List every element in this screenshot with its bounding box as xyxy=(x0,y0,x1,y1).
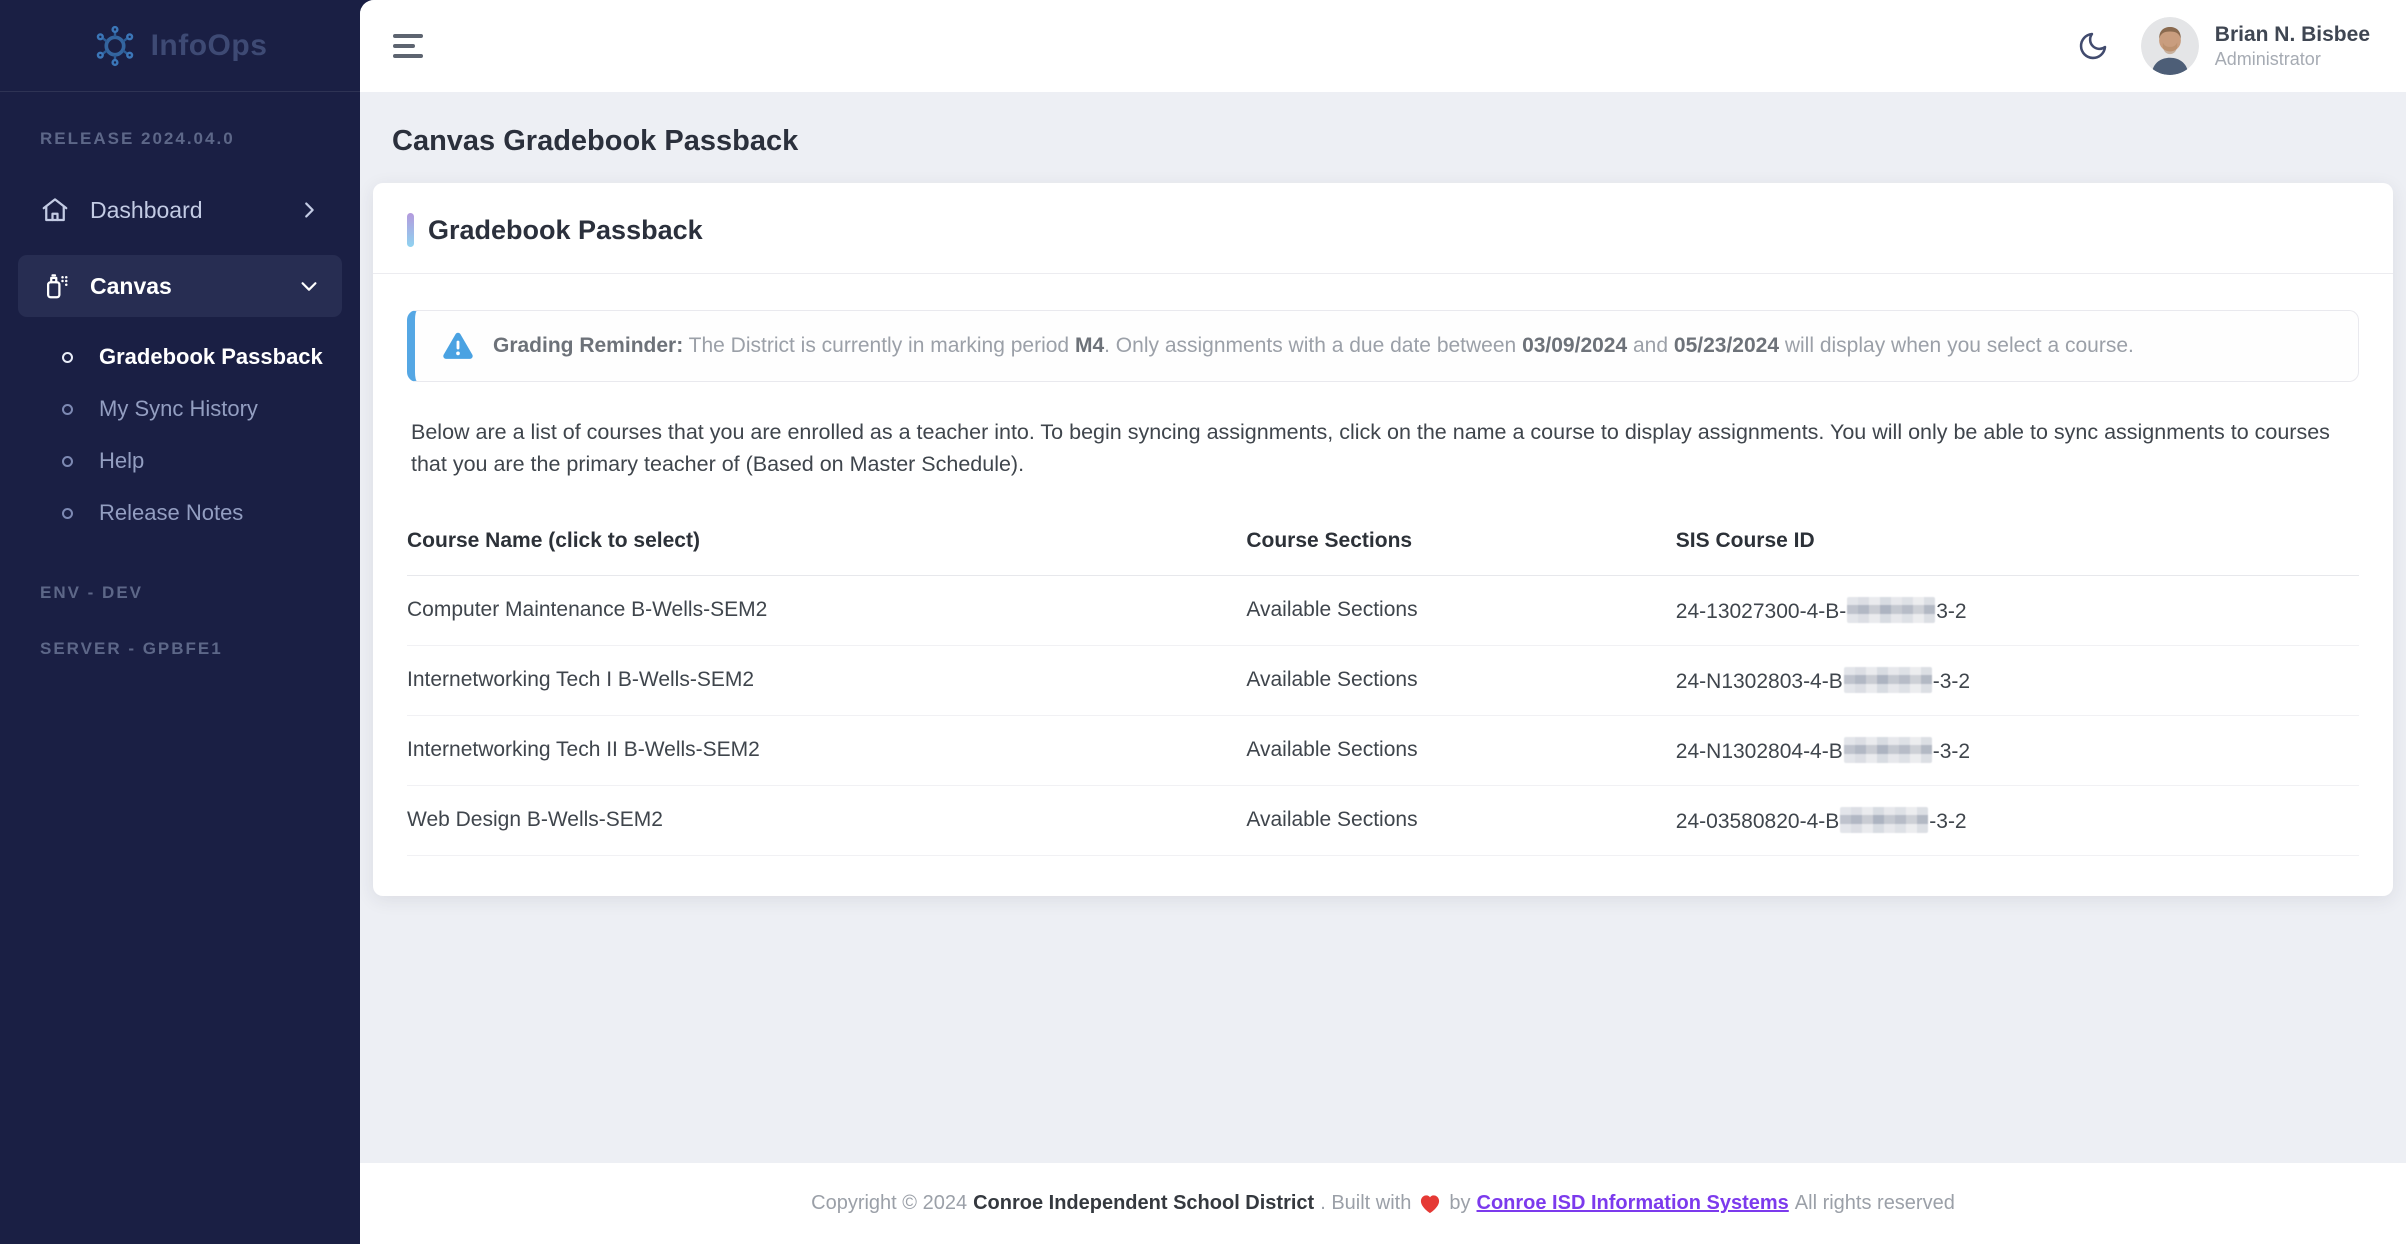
heart-icon xyxy=(1419,1194,1441,1214)
table-header-row: Course Name (click to select) Course Sec… xyxy=(407,513,2359,576)
avatar xyxy=(2141,17,2199,75)
sidebar-item-label: Dashboard xyxy=(90,197,278,224)
column-header-sis-course-id: SIS Course ID xyxy=(1676,513,2359,576)
card-body: Grading Reminder: The District is curren… xyxy=(373,274,2393,896)
copyright-text: Copyright © 2024 xyxy=(811,1192,967,1215)
sidebar-item-gradebook-passback[interactable]: Gradebook Passback xyxy=(0,331,360,383)
canvas-submenu: Gradebook Passback My Sync History Help … xyxy=(0,331,360,539)
course-sections-cell: Available Sections xyxy=(1246,575,1675,645)
course-sections-cell: Available Sections xyxy=(1246,715,1675,785)
user-role: Administrator xyxy=(2215,48,2370,71)
submenu-item-label: Release Notes xyxy=(99,500,243,526)
submenu-item-label: My Sync History xyxy=(99,396,258,422)
sidebar: InfoOps RELEASE 2024.04.0 Dashboard xyxy=(0,0,360,1244)
user-menu[interactable]: Brian N. Bisbee Administrator xyxy=(2141,17,2370,75)
card-header: Gradebook Passback xyxy=(373,183,2393,274)
sis-course-id-cell: 24-13027300-4-B-3-2 xyxy=(1676,575,2359,645)
chevron-down-icon xyxy=(298,275,320,297)
table-row: Internetworking Tech II B-Wells-SEM2 Ava… xyxy=(407,715,2359,785)
sis-course-id-cell: 24-N1302804-4-B-3-2 xyxy=(1676,715,2359,785)
information-systems-link[interactable]: Conroe ISD Information Systems xyxy=(1477,1192,1789,1215)
sidebar-nav: Dashboard Canvas Gradebook Passback xyxy=(0,179,360,659)
user-name: Brian N. Bisbee xyxy=(2215,22,2370,48)
sidebar-item-help[interactable]: Help xyxy=(0,435,360,487)
grading-reminder-alert: Grading Reminder: The District is curren… xyxy=(407,310,2359,382)
course-sections-cell: Available Sections xyxy=(1246,645,1675,715)
home-icon xyxy=(40,195,70,225)
sidebar-item-canvas[interactable]: Canvas xyxy=(18,255,342,317)
page-title: Canvas Gradebook Passback xyxy=(392,125,2393,158)
main-pane: Brian N. Bisbee Administrator Canvas Gra… xyxy=(360,0,2406,1244)
course-name-link[interactable]: Computer Maintenance B-Wells-SEM2 xyxy=(407,575,1246,645)
sidebar-item-my-sync-history[interactable]: My Sync History xyxy=(0,383,360,435)
submenu-item-label: Gradebook Passback xyxy=(99,344,323,370)
bullet-icon xyxy=(62,404,73,415)
infoops-molecule-icon xyxy=(93,24,137,68)
table-row: Internetworking Tech I B-Wells-SEM2 Avai… xyxy=(407,645,2359,715)
course-name-link[interactable]: Internetworking Tech II B-Wells-SEM2 xyxy=(407,715,1246,785)
intro-text: Below are a list of courses that you are… xyxy=(411,416,2331,481)
bullet-icon xyxy=(62,352,73,363)
app-logo[interactable]: InfoOps xyxy=(0,0,360,92)
warning-triangle-icon xyxy=(441,329,475,363)
course-sections-cell: Available Sections xyxy=(1246,785,1675,855)
table-row: Computer Maintenance B-Wells-SEM2 Availa… xyxy=(407,575,2359,645)
courses-table: Course Name (click to select) Course Sec… xyxy=(407,513,2359,856)
dark-mode-toggle[interactable] xyxy=(2071,24,2115,68)
moon-icon xyxy=(2077,30,2109,62)
server-label: SERVER - GPBFE1 xyxy=(0,639,360,659)
submenu-item-label: Help xyxy=(99,448,144,474)
redacted-block xyxy=(1847,597,1935,623)
sis-course-id-cell: 24-03580820-4-B-3-2 xyxy=(1676,785,2359,855)
menu-toggle-icon[interactable] xyxy=(393,34,423,58)
course-name-link[interactable]: Internetworking Tech I B-Wells-SEM2 xyxy=(407,645,1246,715)
district-name: Conroe Independent School District xyxy=(973,1192,1314,1215)
bullet-icon xyxy=(62,456,73,467)
sidebar-item-dashboard[interactable]: Dashboard xyxy=(18,179,342,241)
env-label: ENV - DEV xyxy=(0,583,360,603)
table-row: Web Design B-Wells-SEM2 Available Sectio… xyxy=(407,785,2359,855)
release-label: RELEASE 2024.04.0 xyxy=(0,129,360,149)
redacted-block xyxy=(1844,737,1932,763)
alert-text: Grading Reminder: The District is curren… xyxy=(493,331,2134,360)
bullet-icon xyxy=(62,508,73,519)
accent-bar xyxy=(407,213,414,247)
redacted-block xyxy=(1844,667,1932,693)
sidebar-item-release-notes[interactable]: Release Notes xyxy=(0,487,360,539)
gradebook-passback-card: Gradebook Passback Grading Reminder: xyxy=(373,183,2393,896)
chevron-right-icon xyxy=(298,199,320,221)
app-name: InfoOps xyxy=(151,29,268,63)
spray-can-icon xyxy=(40,271,70,301)
card-title: Gradebook Passback xyxy=(428,215,703,246)
column-header-course-name: Course Name (click to select) xyxy=(407,513,1246,576)
course-name-link[interactable]: Web Design B-Wells-SEM2 xyxy=(407,785,1246,855)
redacted-block xyxy=(1840,807,1928,833)
sis-course-id-cell: 24-N1302803-4-B-3-2 xyxy=(1676,645,2359,715)
column-header-course-sections: Course Sections xyxy=(1246,513,1675,576)
page-content: Canvas Gradebook Passback Gradebook Pass… xyxy=(360,92,2406,1163)
footer: Copyright © 2024 Conroe Independent Scho… xyxy=(360,1163,2406,1244)
sidebar-item-label: Canvas xyxy=(90,273,278,300)
top-bar: Brian N. Bisbee Administrator xyxy=(360,0,2406,92)
